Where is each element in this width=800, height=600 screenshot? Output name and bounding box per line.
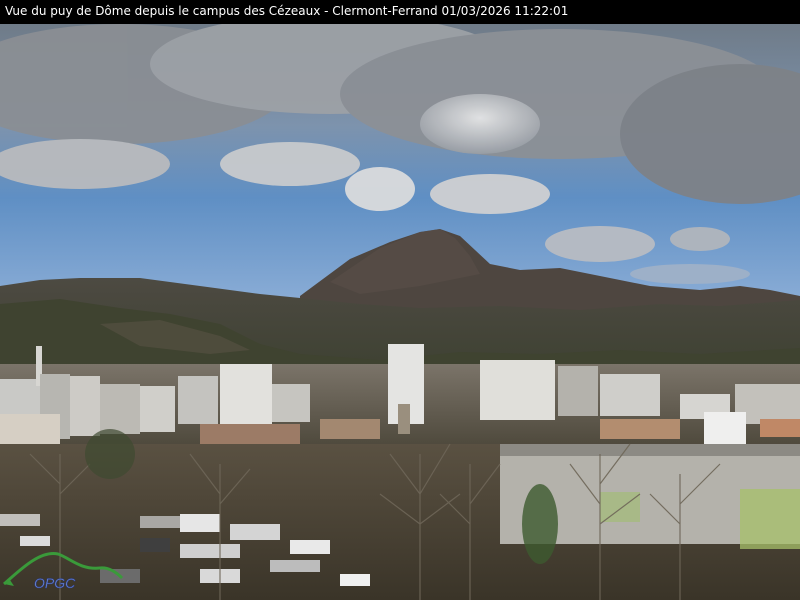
webcam-photo	[0, 24, 800, 600]
caption-text: Vue du puy de Dôme depuis le campus des …	[5, 4, 568, 18]
svg-text:OPGC: OPGC	[34, 575, 76, 591]
caption-datetime: 01/03/2026 11:22:01	[441, 4, 569, 18]
caption-bar: Vue du puy de Dôme depuis le campus des …	[0, 0, 800, 24]
caption-title: Vue du puy de Dôme depuis le campus des …	[5, 4, 438, 18]
opgc-logo: OPGC	[0, 540, 130, 595]
